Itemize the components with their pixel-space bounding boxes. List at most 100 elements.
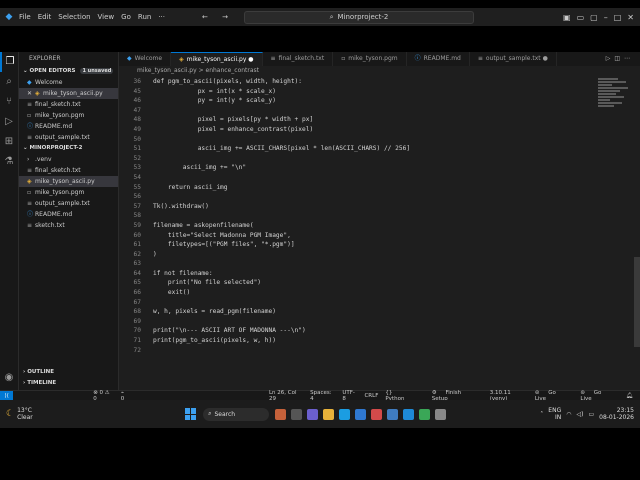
open-editor-item[interactable]: ⓘ README.md — [19, 121, 118, 132]
code-line[interactable]: 47 — [119, 106, 599, 116]
menu-run[interactable]: Run — [138, 13, 151, 21]
tab-final-sketch[interactable]: ≡ final_sketch.txt — [263, 52, 334, 66]
code-line[interactable]: 57 Tk().withdraw() — [119, 202, 599, 212]
code-line[interactable]: 66 exit() — [119, 288, 599, 298]
menu-file[interactable]: File — [19, 13, 31, 21]
notifications-icon[interactable]: 🔔︎ — [626, 393, 633, 399]
code-line[interactable]: 64 if not filename: — [119, 269, 599, 279]
python-icon[interactable] — [387, 408, 399, 420]
code-line[interactable]: 68 w, h, pixels = read_pgm(filename) — [119, 307, 599, 317]
open-editor-item[interactable]: ≡ output_sample.txt — [19, 132, 118, 143]
code-line[interactable]: 58 — [119, 211, 599, 221]
code-line[interactable]: 72 — [119, 346, 599, 356]
run-debug-icon[interactable]: ▷ — [0, 112, 18, 132]
tab-output-sample[interactable]: ≡ output_sample.txt ● — [470, 52, 557, 66]
code-text[interactable]: py = int(y * scale_y) — [153, 96, 276, 106]
tab-mike-tyson-ascii[interactable]: ◈ mike_tyson_ascii.py ● — [171, 52, 263, 66]
code-line[interactable]: 62) — [119, 250, 599, 260]
file-tree-item[interactable]: ≡ final_sketch.txt — [19, 165, 118, 176]
code-text[interactable]: def pgm_to_ascii(pixels, width, height): — [153, 77, 302, 87]
code-line[interactable]: 55 return ascii_img — [119, 183, 599, 193]
toggle-panel-icon[interactable]: ▭ — [577, 13, 585, 22]
open-editor-item[interactable]: ✕ ◈ mike_tyson_ascii.py — [19, 88, 118, 99]
editor-scrollbar[interactable] — [634, 77, 640, 403]
menu-more[interactable]: ··· — [158, 13, 165, 21]
code-line[interactable]: 67 — [119, 298, 599, 308]
open-editor-item[interactable]: ◆ Welcome — [19, 77, 118, 88]
volume-icon[interactable]: ◁) — [576, 411, 583, 418]
code-line[interactable]: 56 — [119, 192, 599, 202]
code-line[interactable]: 63 — [119, 259, 599, 269]
close-icon[interactable]: ✕ — [627, 13, 634, 22]
file-tree-item[interactable]: ≡ output_sample.txt — [19, 198, 118, 209]
explorer-icon[interactable]: ❐ — [0, 52, 18, 72]
code-line[interactable]: 71 print(pgm_to_ascii(pixels, w, h)) — [119, 336, 599, 346]
code-text[interactable]: pixel = pixels[py * width + px] — [153, 115, 314, 125]
more-actions-icon[interactable]: ⋯ — [624, 55, 634, 62]
code-text[interactable]: px = int(x * scale_x) — [153, 87, 276, 97]
unsaved-dot-icon[interactable]: ● — [543, 55, 548, 62]
code-text[interactable]: print("\n--- ASCII ART OF MADONNA ---\n"… — [153, 326, 306, 336]
settings-icon[interactable] — [435, 408, 447, 420]
code-line[interactable]: 54 — [119, 173, 599, 183]
task-view-icon[interactable] — [291, 408, 303, 420]
wifi-icon[interactable]: ◠ — [566, 411, 571, 418]
menu-selection[interactable]: Selection — [58, 13, 90, 21]
open-editor-item[interactable]: ≡ final_sketch.txt — [19, 99, 118, 110]
code-text[interactable]: ascii_img += ASCII_CHARS[pixel * len(ASC… — [153, 144, 410, 154]
account-icon[interactable]: ◉ — [0, 368, 18, 388]
meeting-app-icon[interactable] — [275, 408, 287, 420]
clock[interactable]: 23:15 08-01-2026 — [599, 407, 634, 421]
minimap[interactable] — [598, 77, 634, 117]
open-editor-item[interactable]: ▫ mike_tyson.pgm — [19, 110, 118, 121]
code-text[interactable]: ) — [153, 250, 157, 260]
code-text[interactable]: title="Select Madonna PGM Image", — [153, 231, 291, 241]
code-text[interactable]: Tk().withdraw() — [153, 202, 209, 212]
taskbar-search[interactable]: ⌕ Search — [203, 407, 270, 421]
code-text[interactable]: print("No file selected") — [153, 278, 261, 288]
app-icon[interactable] — [371, 408, 383, 420]
tab-welcome[interactable]: ◆ Welcome — [119, 52, 172, 66]
menu-view[interactable]: View — [98, 13, 115, 21]
code-text[interactable]: filetypes=[("PGM files", "*.pgm")] — [153, 240, 295, 250]
code-line[interactable]: 59 filename = askopenfilename( — [119, 221, 599, 231]
code-line[interactable]: 48 pixel = pixels[py * width + px] — [119, 115, 599, 125]
menu-go[interactable]: Go — [121, 13, 131, 21]
weather-widget[interactable]: ☾ 13°C Clear — [6, 407, 57, 421]
code-line[interactable]: 65 print("No file selected") — [119, 278, 599, 288]
code-text[interactable]: exit() — [153, 288, 190, 298]
testing-icon[interactable]: ⚗ — [0, 152, 18, 172]
close-icon[interactable]: ✕ — [27, 88, 35, 99]
code-text[interactable]: pixel = enhance_contrast(pixel) — [153, 125, 314, 135]
code-line[interactable]: 69 — [119, 317, 599, 327]
teams-icon[interactable] — [307, 408, 319, 420]
chrome-icon[interactable] — [419, 408, 431, 420]
code-editor[interactable]: 36 def pgm_to_ascii(pixels, width, height… — [119, 77, 599, 403]
scrollbar-thumb[interactable] — [634, 257, 640, 347]
windows-start-icon[interactable] — [185, 408, 197, 420]
code-text[interactable]: return ascii_img — [153, 183, 228, 193]
code-text[interactable]: filename = askopenfilename( — [153, 221, 254, 231]
vscode-icon[interactable] — [403, 408, 415, 420]
file-tree-item[interactable]: ◈ mike_tyson_ascii.py — [19, 176, 118, 187]
code-line[interactable]: 70 print("\n--- ASCII ART OF MADONNA ---\… — [119, 326, 599, 336]
code-line[interactable]: 46 py = int(y * scale_y) — [119, 96, 599, 106]
toggle-sidebar-icon[interactable]: ▣ — [563, 13, 571, 22]
code-line[interactable]: 61 filetypes=[("PGM files", "*.pgm")] — [119, 240, 599, 250]
input-language[interactable]: ENG IN — [548, 407, 561, 421]
file-explorer-icon[interactable] — [323, 408, 335, 420]
store-icon[interactable] — [355, 408, 367, 420]
file-tree-item[interactable]: › .venv — [19, 154, 118, 165]
open-editors-header[interactable]: ⌄ OPEN EDITORS 1 unsaved — [19, 66, 118, 77]
extensions-icon[interactable]: ⊞ — [0, 132, 18, 152]
line-ending[interactable]: CRLF — [364, 393, 378, 399]
unsaved-dot-icon[interactable]: ● — [248, 56, 253, 63]
nav-back-forward[interactable]: ← → — [202, 13, 234, 21]
code-text[interactable]: if not filename: — [153, 269, 213, 279]
split-editor-icon[interactable]: ◫ — [614, 55, 624, 62]
toggle-secondary-sidebar-icon[interactable]: ▢ — [590, 13, 598, 22]
code-text[interactable]: ascii_img += "\n" — [153, 163, 246, 173]
file-tree-item[interactable]: ⓘ README.md — [19, 209, 118, 220]
code-line[interactable]: 53 ascii_img += "\n" — [119, 163, 599, 173]
code-line[interactable]: 36 def pgm_to_ascii(pixels, width, height… — [119, 77, 599, 87]
